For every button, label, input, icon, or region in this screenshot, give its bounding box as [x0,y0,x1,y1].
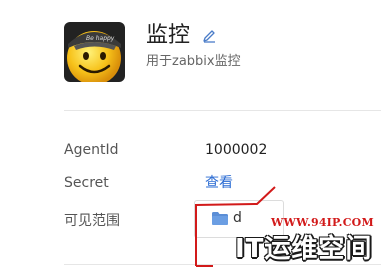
watermark-url: WWW.94IP.COM [271,216,374,229]
site-watermark: WWW.94IP.COM IT运维空间 [195,184,381,267]
app-header: Be happy 监控 用于zabbix监控 [64,18,381,82]
edit-app-button[interactable] [202,28,216,43]
section-divider [64,110,381,111]
agent-id-row: AgentId 1000002 [64,139,381,161]
app-title: 监控 [146,23,191,48]
secret-label: Secret [64,175,109,191]
app-description: 用于zabbix监控 [146,54,241,69]
smiley-face-icon: Be happy [64,22,125,82]
visibility-scope-label: 可见范围 [64,213,120,229]
pencil-icon [203,30,215,43]
app-avatar: Be happy [64,22,125,82]
watermark-name: IT运维空间 [235,234,373,264]
agent-id-label: AgentId [64,142,119,158]
agent-id-value: 1000002 [205,142,268,158]
svg-text:Be happy: Be happy [86,35,115,42]
